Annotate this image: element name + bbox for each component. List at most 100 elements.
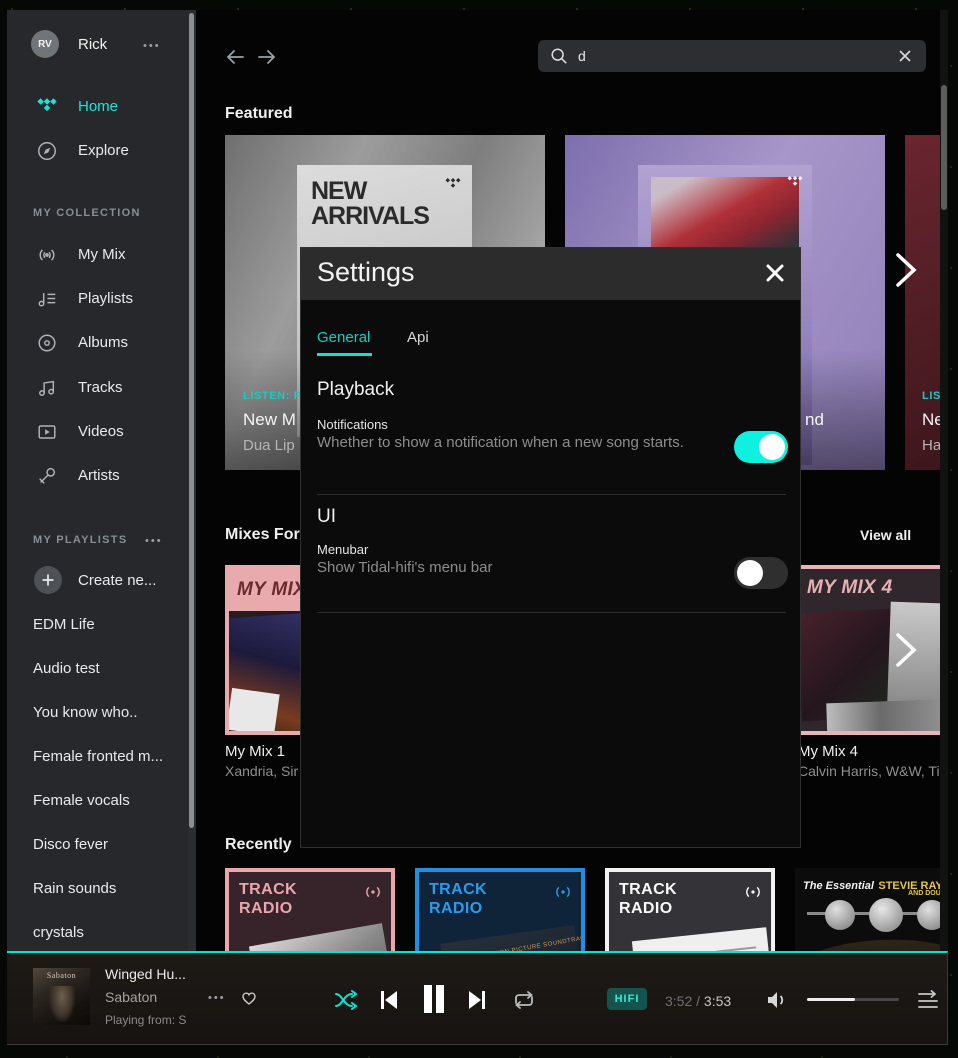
poster-line2: ARRIVALS [311,204,429,229]
player-bar: Sabaton Winged Hu... Sabaton ••• Playing… [7,951,948,1045]
mix-title[interactable]: My Mix 4 [798,743,942,760]
album-art-text: Sabaton [33,971,90,980]
pause-button[interactable] [422,984,446,1014]
settings-title: Settings [317,257,415,288]
my-playlists-header: MY PLAYLISTS [33,534,127,546]
tab-api[interactable]: Api [407,329,429,346]
sidebar-item-artists[interactable]: Artists [78,467,120,484]
playing-from-label: Playing from: S [105,1013,186,1027]
track-radio-card-2[interactable]: TRACK RADIO ORIGINAL MOTION PICTURE SOUN… [415,868,585,951]
track-radio-card-1[interactable]: TRACK RADIO [225,868,395,951]
playlists-menu-icon[interactable]: ••• [145,535,163,547]
tidal-logo-icon [36,96,58,118]
volume-slider[interactable] [807,998,899,1001]
main-scrollbar-thumb[interactable] [941,85,947,210]
menubar-toggle[interactable] [734,557,788,589]
recent-album-card-stevie[interactable]: The Essential STEVIE RAY VAUG AND DOUBLE… [795,868,948,951]
playback-section-heading: Playback [317,379,394,401]
sidebar-item-my-mix[interactable]: My Mix [78,246,126,263]
radio-waves-icon [363,882,383,902]
notifications-description: Whether to show a notification when a ne… [317,434,717,452]
forward-arrow-icon[interactable] [256,46,278,68]
sidebar-item-playlists[interactable]: Playlists [78,290,133,307]
carousel-next-icon[interactable] [893,632,919,668]
sidebar-item-tracks[interactable]: Tracks [78,379,122,396]
featured-title-partial: nd [805,410,824,430]
playlist-item[interactable]: Audio test [33,660,100,677]
compass-icon [36,140,58,162]
hat-silhouette [795,935,948,951]
search-input[interactable] [578,40,878,72]
user-menu-icon[interactable]: ••• [143,40,161,52]
time-display: 3:52 / 3:53 [665,993,731,1009]
close-icon[interactable] [764,262,786,284]
artists-icon [36,465,58,487]
search-bar [538,40,926,72]
repeat-icon[interactable] [511,987,537,1013]
shuffle-icon[interactable] [333,987,359,1013]
collection-header: MY COLLECTION [33,207,141,219]
favorite-heart-icon[interactable] [240,989,258,1007]
my-mix-icon [36,244,58,266]
tidal-logo-icon [444,177,462,191]
mixes-heading: Mixes For [225,526,300,544]
menubar-description: Show Tidal-hifi's menu bar [317,559,717,577]
mix-artists: Calvin Harris, W&W, Ti [798,763,942,779]
sidebar-item-albums[interactable]: Albums [78,334,128,351]
album-ornament [807,904,948,934]
view-all-link[interactable]: View all [860,527,911,543]
quality-badge[interactable]: HIFI [607,988,647,1010]
previous-track-icon[interactable] [379,989,399,1011]
plus-icon[interactable] [34,566,62,594]
current-track-artist[interactable]: Sabaton [105,989,157,1005]
playlist-item[interactable]: EDM Life [33,616,95,633]
clear-search-icon[interactable] [898,49,912,63]
track-options-icon[interactable]: ••• [208,992,226,1004]
next-track-icon[interactable] [467,989,487,1011]
user-name[interactable]: Rick [78,36,107,53]
settings-modal: Settings General Api Playback Notificati… [300,247,801,848]
sidebar-item-videos[interactable]: Videos [78,423,124,440]
playlist-item[interactable]: You know who.. [33,704,138,721]
back-arrow-icon[interactable] [224,46,246,68]
desktop: RV Rick ••• Home Explore MY COLLECTION [0,0,958,1058]
playlist-item[interactable]: Female fronted m... [33,748,163,765]
current-track-title[interactable]: Winged Hu... [105,966,186,982]
sidebar-item-home[interactable]: Home [78,98,118,115]
mix-collage-tile [826,699,948,735]
sidebar-scrollbar-thumb[interactable] [189,13,194,828]
volume-icon[interactable] [765,989,789,1011]
notifications-toggle[interactable] [734,431,788,463]
playlist-item[interactable]: Disco fever [33,836,108,853]
ui-section-heading: UI [317,506,336,528]
active-tab-underline [317,353,372,356]
mix-collage-tile [226,688,279,735]
playlist-item[interactable]: Female vocals [33,792,130,809]
albums-icon [36,332,58,354]
volume-fill [807,998,855,1001]
album-art: ORIGINAL MOTION PICTURE SOUNDTRACK [440,925,585,951]
album-art[interactable]: Sabaton [33,968,90,1025]
featured-badge: LISTEN: PL [243,390,309,402]
featured-subtitle: Ha [922,437,941,454]
mix-card-4[interactable]: MY MIX 4 [795,565,948,735]
time-separator: / [696,993,700,1009]
queue-icon[interactable] [917,990,941,1010]
tab-general[interactable]: General [317,329,370,346]
playlist-item[interactable]: Rain sounds [33,880,116,897]
carousel-next-icon[interactable] [893,252,919,288]
album-art [632,927,775,951]
create-playlist-button[interactable]: Create ne... [78,572,156,589]
featured-heading: Featured [225,105,293,123]
album-title-part1: The Essential [803,880,874,892]
videos-icon [36,421,58,443]
sidebar-item-explore[interactable]: Explore [78,142,129,159]
track-radio-card-3[interactable]: TRACK RADIO [605,868,775,951]
radio-waves-icon [553,882,573,902]
settings-modal-header: Settings [301,248,800,300]
poster-line1: NEW [311,179,429,204]
avatar[interactable]: RV [31,30,59,58]
playlist-item[interactable]: crystals [33,924,84,941]
tracks-icon [36,377,58,399]
featured-title: New M [243,410,296,430]
